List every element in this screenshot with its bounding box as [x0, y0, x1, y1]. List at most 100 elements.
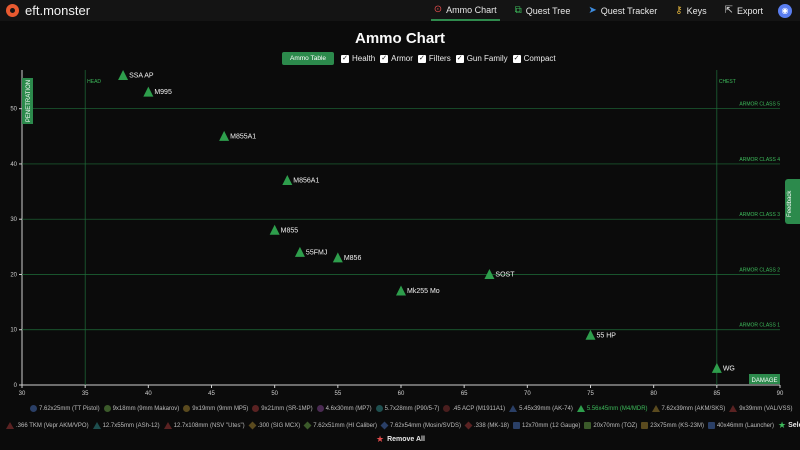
- data-point-marker: [585, 329, 596, 340]
- legend-label: 9x18mm (9mm Makarov): [112, 405, 180, 412]
- legend-item[interactable]: 4.6x30mm (MP7): [316, 405, 372, 412]
- legend-item[interactable]: 23x75mm (KS-23M): [641, 422, 704, 429]
- data-point-marker: [118, 70, 129, 81]
- square-marker-icon: [707, 422, 715, 429]
- legend-item[interactable]: 7.62x51mm (HI Caliber): [303, 421, 377, 430]
- legend-item[interactable]: .338 (MK-18): [464, 421, 509, 430]
- legend-item[interactable]: 7.62x25mm (TT Pistol): [30, 405, 100, 412]
- triangle-marker-icon: [576, 405, 585, 412]
- circle-marker-icon: [252, 405, 260, 412]
- legend-label: 12.7x55mm (ASh-12): [102, 422, 160, 429]
- legend-item[interactable]: 12.7x108mm (NSV "Utes"): [163, 422, 245, 429]
- x-tick-label: 45: [208, 391, 215, 397]
- legend-label: 7.62x39mm (AKM/SKS): [661, 405, 726, 412]
- x-tick-label: 60: [398, 391, 405, 397]
- y-tick-label: 30: [10, 217, 17, 223]
- legend-label: 23x75mm (KS-23M): [650, 422, 704, 429]
- legend-item[interactable]: .300 (SIG MCX): [248, 421, 301, 430]
- legend-item[interactable]: 20x70mm (TOZ): [584, 422, 637, 429]
- legend-row: 7.62x25mm (TT Pistol) 9x18mm (9mm Makarov…: [30, 405, 796, 412]
- select-all-label: Select All: [788, 422, 800, 429]
- y-tick-label: 10: [10, 328, 17, 334]
- triangle-marker-icon: [509, 405, 518, 412]
- armor-class-label: ARMOR CLASS 2: [739, 267, 780, 273]
- triangle-marker-icon: [6, 422, 14, 429]
- data-point-marker: [711, 362, 722, 373]
- legend-label: 5.7x28mm (P90/5-7): [384, 405, 440, 412]
- legend-label: 12.7x108mm (NSV "Utes"): [173, 422, 245, 429]
- diamond-marker-icon: [464, 421, 473, 430]
- legend-label: .45 ACP (M1911A1): [452, 405, 506, 412]
- legend-label: 7.62x25mm (TT Pistol): [39, 405, 100, 412]
- triangle-marker-icon: [92, 422, 101, 429]
- x-tick-label: 70: [524, 391, 531, 397]
- x-tick-label: 40: [145, 391, 152, 397]
- remove-all-button[interactable]: ★ Remove All: [376, 434, 425, 445]
- legend-item[interactable]: .45 ACP (M1911A1): [443, 405, 505, 412]
- data-point-label: M855A1: [230, 133, 256, 140]
- data-point-label: M856: [344, 255, 362, 262]
- circle-marker-icon: [30, 405, 37, 412]
- x-tick-label: 80: [650, 391, 657, 397]
- data-point-marker: [219, 130, 230, 141]
- legend-label: 5.56x45mm (M4/MDR): [586, 405, 648, 412]
- legend-label: 7.62x51mm (HI Caliber): [313, 422, 377, 429]
- reference-line-label: HEAD: [87, 79, 101, 85]
- x-tick-label: 50: [271, 391, 278, 397]
- legend-item[interactable]: 40x46mm (Launcher): [707, 422, 774, 429]
- legend-item[interactable]: 7.62x54mm (Mosin/SVDS): [380, 421, 461, 430]
- y-tick-label: 50: [10, 107, 17, 113]
- armor-class-label: ARMOR CLASS 3: [739, 212, 780, 218]
- legend-item[interactable]: 9x39mm (VAL/VSS): [729, 405, 792, 412]
- reference-line-label: CHEST: [719, 79, 736, 85]
- legend-label: .366 TKM (Vepr AKM/VPO): [16, 422, 89, 429]
- legend-label: 9x39mm (VAL/VSS): [739, 405, 793, 412]
- legend-item[interactable]: 9x18mm (9mm Makarov): [103, 405, 180, 412]
- triangle-marker-icon: [651, 405, 660, 412]
- x-tick-label: 55: [334, 391, 341, 397]
- data-point-label: WG: [723, 365, 735, 372]
- legend-item[interactable]: .366 TKM (Vepr AKM/VPO): [6, 422, 89, 429]
- diamond-marker-icon: [303, 421, 312, 430]
- feedback-tab[interactable]: Feedback: [785, 179, 800, 224]
- legend-item[interactable]: 7.62x39mm (AKM/SKS): [651, 405, 726, 412]
- select-all-button[interactable]: ★Select All: [778, 420, 800, 431]
- legend-item[interactable]: 12x70mm (12 Gauge): [513, 422, 580, 429]
- armor-class-label: ARMOR CLASS 1: [739, 323, 780, 329]
- legend-item[interactable]: 12.7x55mm (ASh-12): [92, 422, 160, 429]
- armor-class-label: ARMOR CLASS 5: [739, 102, 780, 108]
- data-point-label: 55FMJ: [306, 249, 327, 256]
- legend-label: 12x70mm (12 Gauge): [522, 422, 581, 429]
- data-point-marker: [294, 246, 305, 257]
- remove-all-label: Remove All: [387, 436, 425, 443]
- circle-marker-icon: [375, 405, 383, 412]
- legend-label: 40x46mm (Launcher): [716, 422, 774, 429]
- legend-item[interactable]: 9x19mm (9mm MP5): [183, 405, 248, 412]
- y-tick-label: 20: [10, 272, 17, 278]
- legend-label: 9x19mm (9mm MP5): [192, 405, 249, 412]
- x-axis-label: DAMAGE: [751, 378, 777, 384]
- legend-label: 5.45x39mm (AK-74): [519, 405, 573, 412]
- diamond-marker-icon: [380, 421, 389, 430]
- data-point-marker: [332, 252, 343, 263]
- legend-item[interactable]: 5.56x45mm (M4/MDR): [576, 405, 648, 412]
- square-marker-icon: [641, 422, 649, 429]
- triangle-marker-icon: [163, 422, 172, 429]
- legend-label: .300 (SIG MCX): [257, 422, 301, 429]
- legend-item[interactable]: 5.45x39mm (AK-74): [509, 405, 573, 412]
- circle-marker-icon: [443, 405, 451, 412]
- legend-item[interactable]: 5.7x28mm (P90/5-7): [375, 405, 440, 412]
- legend-label: .338 (MK-18): [473, 422, 509, 429]
- legend-row: .366 TKM (Vepr AKM/VPO) 12.7x55mm (ASh-12…: [6, 420, 800, 431]
- triangle-marker-icon: [729, 405, 738, 412]
- data-point-label: SOST: [495, 271, 515, 278]
- legend-label: 9x21mm (SR-1MP): [261, 405, 313, 412]
- square-marker-icon: [513, 422, 520, 429]
- star-icon: ★: [778, 420, 787, 430]
- x-tick-label: 85: [713, 391, 720, 397]
- legend-item[interactable]: 9x21mm (SR-1MP): [252, 405, 313, 412]
- x-tick-label: 90: [777, 391, 784, 397]
- data-point-label: SSA AP: [129, 73, 154, 80]
- y-axis-label: PENETRATION: [26, 80, 32, 122]
- x-tick-label: 75: [587, 391, 594, 397]
